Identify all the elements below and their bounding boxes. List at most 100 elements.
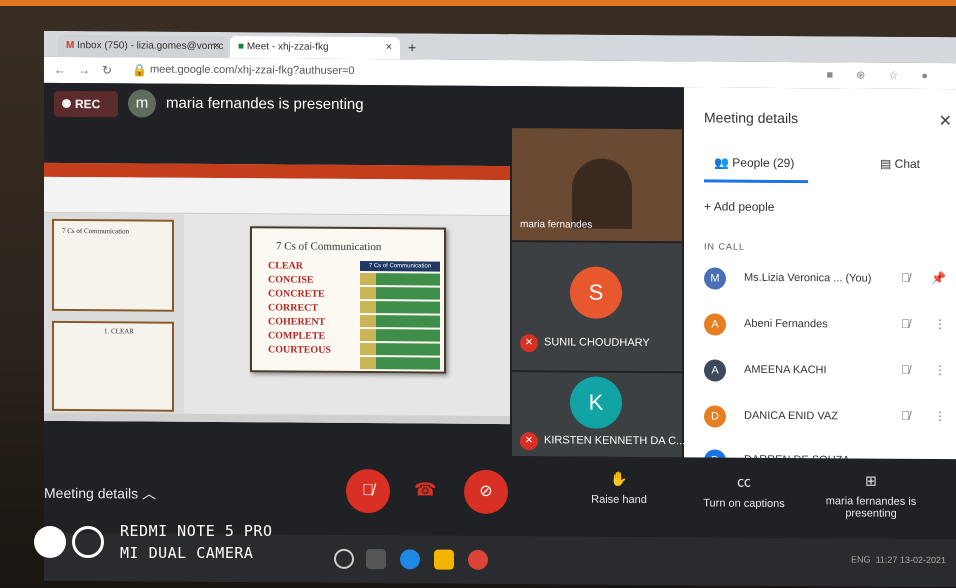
list-item[interactable]: A Abeni Fernandes 🎙̸ ⋮ [704, 311, 952, 343]
participant-tile[interactable]: S ✕ SUNIL CHOUDHARY [512, 242, 682, 372]
forward-icon[interactable]: → [78, 63, 90, 77]
thumb2-title: 1. CLEAR [104, 327, 134, 336]
chevron-up-icon: ︿ [142, 485, 157, 502]
tile-label: ✕ SUNIL CHOUDHARY [520, 334, 650, 353]
captions-label: Turn on captions [703, 497, 785, 510]
tab-meet-label: Meet - xhj-zzai-fkg [246, 41, 329, 53]
participant-tile-video[interactable]: maria fernandes [512, 128, 682, 242]
mic-off-icon: ✕ [520, 432, 538, 451]
participant-avatar: K [570, 376, 622, 429]
presenting-button[interactable]: ⊞ maria fernandes is presenting [816, 472, 926, 520]
checklist-header: 7 Cs of Communication Checklist [360, 261, 440, 279]
mic-off-icon: 🎙̸ [901, 408, 910, 423]
tile-name: SUNIL CHOUDHARY [544, 336, 650, 350]
camera-off-icon: ⊘ [479, 482, 493, 500]
hand-icon: ✋ [610, 470, 628, 487]
camera-toggle-button[interactable]: ⊘ [464, 469, 508, 515]
url-field[interactable]: meet.google.com/xhj-zzai-fkg?authuser=0 [150, 64, 355, 77]
ppt-ribbon [44, 176, 510, 217]
main-slide: 7 Cs of Communication CLEAR CONCISE CONC… [250, 226, 446, 374]
checklist-row [360, 315, 440, 328]
chat-icon: ▤ [880, 156, 895, 171]
tab-gmail-label: Inbox (750) - lizia.gomes@vom.c [77, 40, 224, 53]
tile-label: ✕ KIRSTEN KENNETH DA C... [520, 432, 685, 451]
top-strip [0, 0, 956, 6]
watermark-line1: REDMI NOTE 5 PRO [120, 522, 273, 540]
system-tray[interactable]: ENG 11:27 13-02-2021 [851, 554, 946, 565]
close-icon[interactable]: ✕ [939, 111, 952, 131]
checklist-row [360, 273, 440, 286]
camera-watermark-dot [34, 526, 66, 558]
captions-icon: ㏄ [737, 473, 751, 490]
add-people-label: Add people [713, 199, 775, 214]
search-icon[interactable] [334, 548, 354, 569]
avatar: M [704, 267, 726, 290]
recording-badge: REC [54, 90, 118, 118]
list-item: CONCISE [268, 274, 314, 286]
meeting-details-label: Meeting details [44, 484, 139, 502]
list-item: CONCRETE [268, 288, 325, 300]
presenting-label: maria fernandes is presenting [825, 495, 917, 520]
hang-up-button[interactable]: ☎ [414, 479, 436, 500]
meeting-details-button[interactable]: Meeting details ︿ [44, 483, 156, 504]
back-icon[interactable]: ← [54, 63, 66, 77]
in-call-heading: IN CALL [704, 241, 746, 252]
checklist-row [360, 301, 440, 314]
list-item[interactable]: M Ms.Lizia Veronica ... (You) 🎙̸ 📌 [704, 265, 952, 297]
slide-list: CLEAR CONCISE CONCRETE CORRECT COHERENT … [268, 260, 331, 358]
add-people-button[interactable]: + Add people [704, 199, 774, 213]
rec-label: REC [75, 97, 101, 112]
checklist-table: 7 Cs of Communication Checklist [360, 261, 440, 370]
presenting-text: maria fernandes is presenting [166, 94, 364, 114]
shared-screen: 7 Cs of Communication 1. CLEAR 7 Cs of C… [44, 162, 510, 425]
file-explorer-icon[interactable] [434, 549, 454, 570]
slide-thumbnail-2: 1. CLEAR [52, 320, 174, 412]
new-tab-icon[interactable]: + [408, 39, 416, 55]
tab-gmail[interactable]: M Inbox (750) - lizia.gomes@vom.c × [58, 34, 228, 59]
raise-hand-button[interactable]: ✋ Raise hand [584, 471, 654, 506]
tab-people[interactable]: 👥 People (29) [714, 155, 794, 170]
active-tab-indicator [704, 179, 808, 184]
clock-time: 11:27 [875, 554, 898, 565]
edge-icon[interactable] [400, 549, 420, 570]
chrome-icon[interactable] [468, 549, 488, 570]
close-icon[interactable]: × [214, 40, 220, 52]
pin-icon[interactable]: 📌 [931, 271, 946, 285]
raise-hand-label: Raise hand [591, 493, 647, 507]
list-item[interactable]: A AMEENA KACHI 🎙̸ ⋮ [704, 357, 952, 389]
slide-thumbnails: 7 Cs of Communication 1. CLEAR [44, 212, 184, 414]
reload-icon[interactable]: ↻ [102, 63, 112, 77]
meet-icon: ■ [238, 41, 247, 53]
laptop-screen: M Inbox (750) - lizia.gomes@vom.c × ■ Me… [44, 30, 956, 588]
camera-watermark: REDMI NOTE 5 PRO MI DUAL CAMERA [120, 520, 273, 564]
more-options-icon[interactable]: ⋮ [934, 409, 946, 423]
task-view-icon[interactable] [366, 549, 386, 570]
participant-name: Abeni Fernandes [744, 317, 828, 331]
checklist-row [360, 357, 440, 370]
clock-date: 13-02-2021 [899, 554, 946, 566]
photo-frame: M Inbox (750) - lizia.gomes@vom.c × ■ Me… [0, 0, 956, 588]
checklist-row [360, 343, 440, 356]
mic-off-icon: 🎙̸ [901, 316, 910, 331]
more-options-icon[interactable]: ⋮ [934, 317, 946, 331]
mic-off-icon: 🎙̸ [901, 270, 910, 285]
more-options-icon[interactable]: ⋮ [934, 363, 946, 377]
extension-icons[interactable]: ■ ⊕ ☆ ● [826, 68, 938, 82]
record-dot-icon [62, 98, 71, 109]
ppt-statusbar [44, 412, 510, 425]
list-item[interactable]: D DANICA ENID VAZ 🎙̸ ⋮ [704, 403, 952, 435]
meeting-details-panel: Meeting details ✕ 👥 People (29) ▤ Chat +… [684, 87, 956, 470]
tab-chat[interactable]: ▤ Chat [880, 157, 920, 171]
lock-icon: 🔒 [132, 63, 147, 78]
captions-button[interactable]: ㏄ Turn on captions [694, 471, 794, 510]
tab-meet[interactable]: ■ Meet - xhj-zzai-fkg × [230, 36, 400, 60]
list-item: CLEAR [268, 260, 304, 272]
list-item: COMPLETE [268, 330, 326, 342]
participant-tile[interactable]: K ✕ KIRSTEN KENNETH DA C... [512, 372, 685, 458]
participant-name: Ms.Lizia Veronica ... (You) [744, 271, 872, 285]
close-icon[interactable]: × [386, 41, 392, 53]
watermark-line2: MI DUAL CAMERA [120, 544, 254, 562]
panel-title: Meeting details [704, 109, 799, 127]
mic-toggle-button[interactable]: 🎙̸ [346, 468, 390, 514]
camera-watermark-ring [72, 526, 104, 558]
